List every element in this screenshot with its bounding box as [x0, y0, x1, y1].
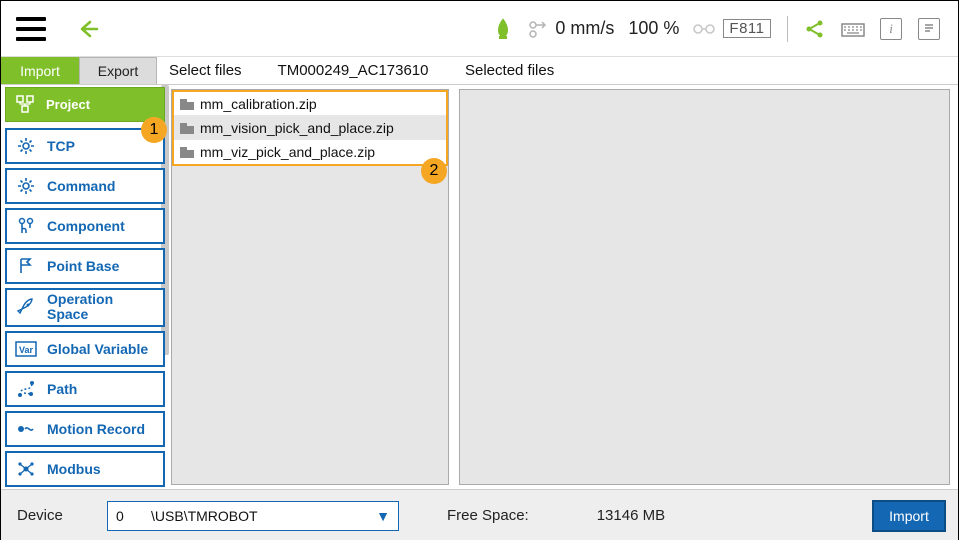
sidebar-item-label: Global Variable	[47, 341, 148, 357]
tab-export[interactable]: Export	[79, 57, 157, 84]
sidebar-item-command[interactable]: Command	[5, 168, 165, 204]
rocket-icon	[15, 296, 37, 318]
file-name: mm_calibration.zip	[200, 96, 317, 112]
document-icon[interactable]	[914, 14, 944, 44]
sidebar-item-component[interactable]: Component	[5, 208, 165, 244]
file-name: mm_viz_pick_and_place.zip	[200, 144, 375, 160]
svg-text:Var: Var	[19, 345, 34, 355]
file-name: mm_vision_pick_and_place.zip	[200, 120, 394, 136]
top-bar: 0 mm/s 100 % F811 i	[1, 1, 958, 57]
available-files-pane: mm_calibration.zip mm_vision_pick_and_pl…	[171, 89, 449, 485]
device-select[interactable]: 0 \USB\TMROBOT ▼	[107, 501, 399, 531]
sidebar-item-label: TCP	[47, 138, 75, 154]
bottom-bar: Device 0 \USB\TMROBOT ▼ Free Space: 1314…	[1, 489, 958, 540]
callout-1: 1	[141, 117, 167, 143]
menu-hamburger-icon[interactable]	[11, 9, 51, 49]
record-icon	[15, 418, 37, 440]
sidebar-item-operation-space[interactable]: Operation Space	[5, 288, 165, 327]
keyboard-icon[interactable]	[838, 14, 868, 44]
device-label: Device	[17, 507, 89, 524]
sidebar-item-label: Project	[46, 97, 90, 112]
gear-icon	[15, 135, 37, 157]
archive-icon	[180, 122, 194, 134]
sidebar-item-point-base[interactable]: Point Base	[5, 248, 165, 284]
sidebar-item-label: Component	[47, 218, 125, 234]
sidebar-item-modbus[interactable]: Modbus	[5, 451, 165, 487]
archive-icon	[180, 98, 194, 110]
file-list: mm_calibration.zip mm_vision_pick_and_pl…	[172, 90, 448, 166]
device-value: 0 \USB\TMROBOT	[116, 508, 258, 524]
error-code: F811	[693, 19, 770, 38]
selected-files-label: Selected files	[453, 57, 958, 84]
sidebar: Project TCP Command Component	[1, 85, 169, 489]
sidebar-item-global-variable[interactable]: Var Global Variable	[5, 331, 165, 367]
tabs-row: Import Export Select files TM000249_AC17…	[1, 57, 958, 85]
path-icon	[15, 378, 37, 400]
sidebar-item-label: Command	[47, 178, 115, 194]
free-space-value: 13146 MB	[597, 507, 665, 524]
sidebar-item-label: Point Base	[47, 258, 119, 274]
sidebar-item-label: Operation Space	[47, 292, 155, 323]
callout-2: 2	[421, 158, 447, 184]
select-files-label: Select files	[169, 62, 242, 79]
sidebar-item-motion-record[interactable]: Motion Record	[5, 411, 165, 447]
info-icon[interactable]: i	[876, 14, 906, 44]
gear-icon	[15, 175, 37, 197]
tab-import[interactable]: Import	[1, 57, 79, 84]
archive-icon	[180, 146, 194, 158]
free-space-label: Free Space:	[447, 507, 529, 524]
import-button[interactable]: Import	[872, 500, 946, 532]
file-row[interactable]: mm_vision_pick_and_place.zip	[174, 116, 446, 140]
sidebar-item-label: Modbus	[47, 461, 101, 477]
sidebar-item-label: Motion Record	[47, 421, 145, 437]
file-row[interactable]: mm_viz_pick_and_place.zip	[174, 140, 446, 164]
sidebar-item-label: Path	[47, 381, 77, 397]
divider	[787, 16, 789, 42]
variable-icon: Var	[15, 338, 37, 360]
speed-indicator: 0 mm/s	[527, 18, 614, 39]
project-icon	[14, 93, 36, 115]
modbus-icon	[15, 458, 37, 480]
flag-icon	[15, 255, 37, 277]
tool-icon	[15, 215, 37, 237]
file-row[interactable]: mm_calibration.zip	[174, 92, 446, 116]
file-set-id: TM000249_AC173610	[278, 62, 429, 79]
sidebar-item-path[interactable]: Path	[5, 371, 165, 407]
share-icon[interactable]	[800, 14, 830, 44]
override-percent: 100 %	[628, 18, 679, 39]
back-button[interactable]	[69, 11, 105, 47]
robot-status-icon	[493, 18, 513, 40]
sidebar-item-project[interactable]: Project	[5, 87, 165, 122]
speed-value: 0 mm/s	[555, 18, 614, 39]
selected-files-pane	[459, 89, 950, 485]
chevron-down-icon: ▼	[376, 508, 390, 524]
